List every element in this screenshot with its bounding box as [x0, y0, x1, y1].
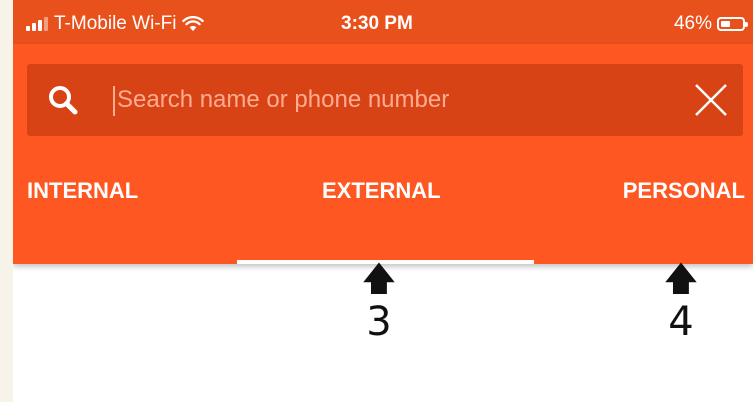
tab-personal[interactable]: PERSONAL	[623, 178, 745, 204]
up-arrow-icon: 🡅	[361, 259, 397, 299]
search-icon	[49, 86, 78, 115]
carrier-name: T-Mobile Wi-Fi	[54, 13, 177, 34]
search-bar[interactable]	[27, 64, 743, 136]
battery-status: 46%	[673, 13, 748, 35]
phone-screen: T-Mobile Wi-Fi 3:30 PM 46% Search name o…	[13, 0, 753, 402]
tab-bar: INTERNAL EXTERNAL PERSONAL	[13, 158, 753, 264]
annotation-label: 4	[668, 299, 694, 345]
text-caret	[113, 86, 115, 116]
annotation-label: 3	[366, 299, 392, 345]
tab-external[interactable]: EXTERNAL	[322, 178, 441, 204]
battery-icon	[717, 17, 748, 31]
carrier-info: T-Mobile Wi-Fi	[26, 13, 205, 35]
wifi-icon	[182, 16, 205, 32]
app-header: INTERNAL EXTERNAL PERSONAL	[13, 44, 753, 264]
tab-internal[interactable]: INTERNAL	[27, 178, 138, 204]
search-input[interactable]	[117, 78, 677, 122]
up-arrow-icon: 🡅	[663, 259, 699, 299]
annotation-3: 🡅 3	[359, 262, 399, 344]
signal-bars-icon	[26, 17, 48, 31]
close-icon	[695, 84, 727, 116]
status-time: 3:30 PM	[341, 13, 413, 34]
status-bar: T-Mobile Wi-Fi 3:30 PM 46%	[13, 0, 753, 44]
battery-fill	[721, 21, 730, 27]
battery-percent: 46%	[673, 13, 712, 34]
clear-search-button[interactable]	[689, 80, 733, 120]
annotation-4: 🡅 4	[661, 262, 701, 344]
battery-tip	[745, 22, 748, 27]
